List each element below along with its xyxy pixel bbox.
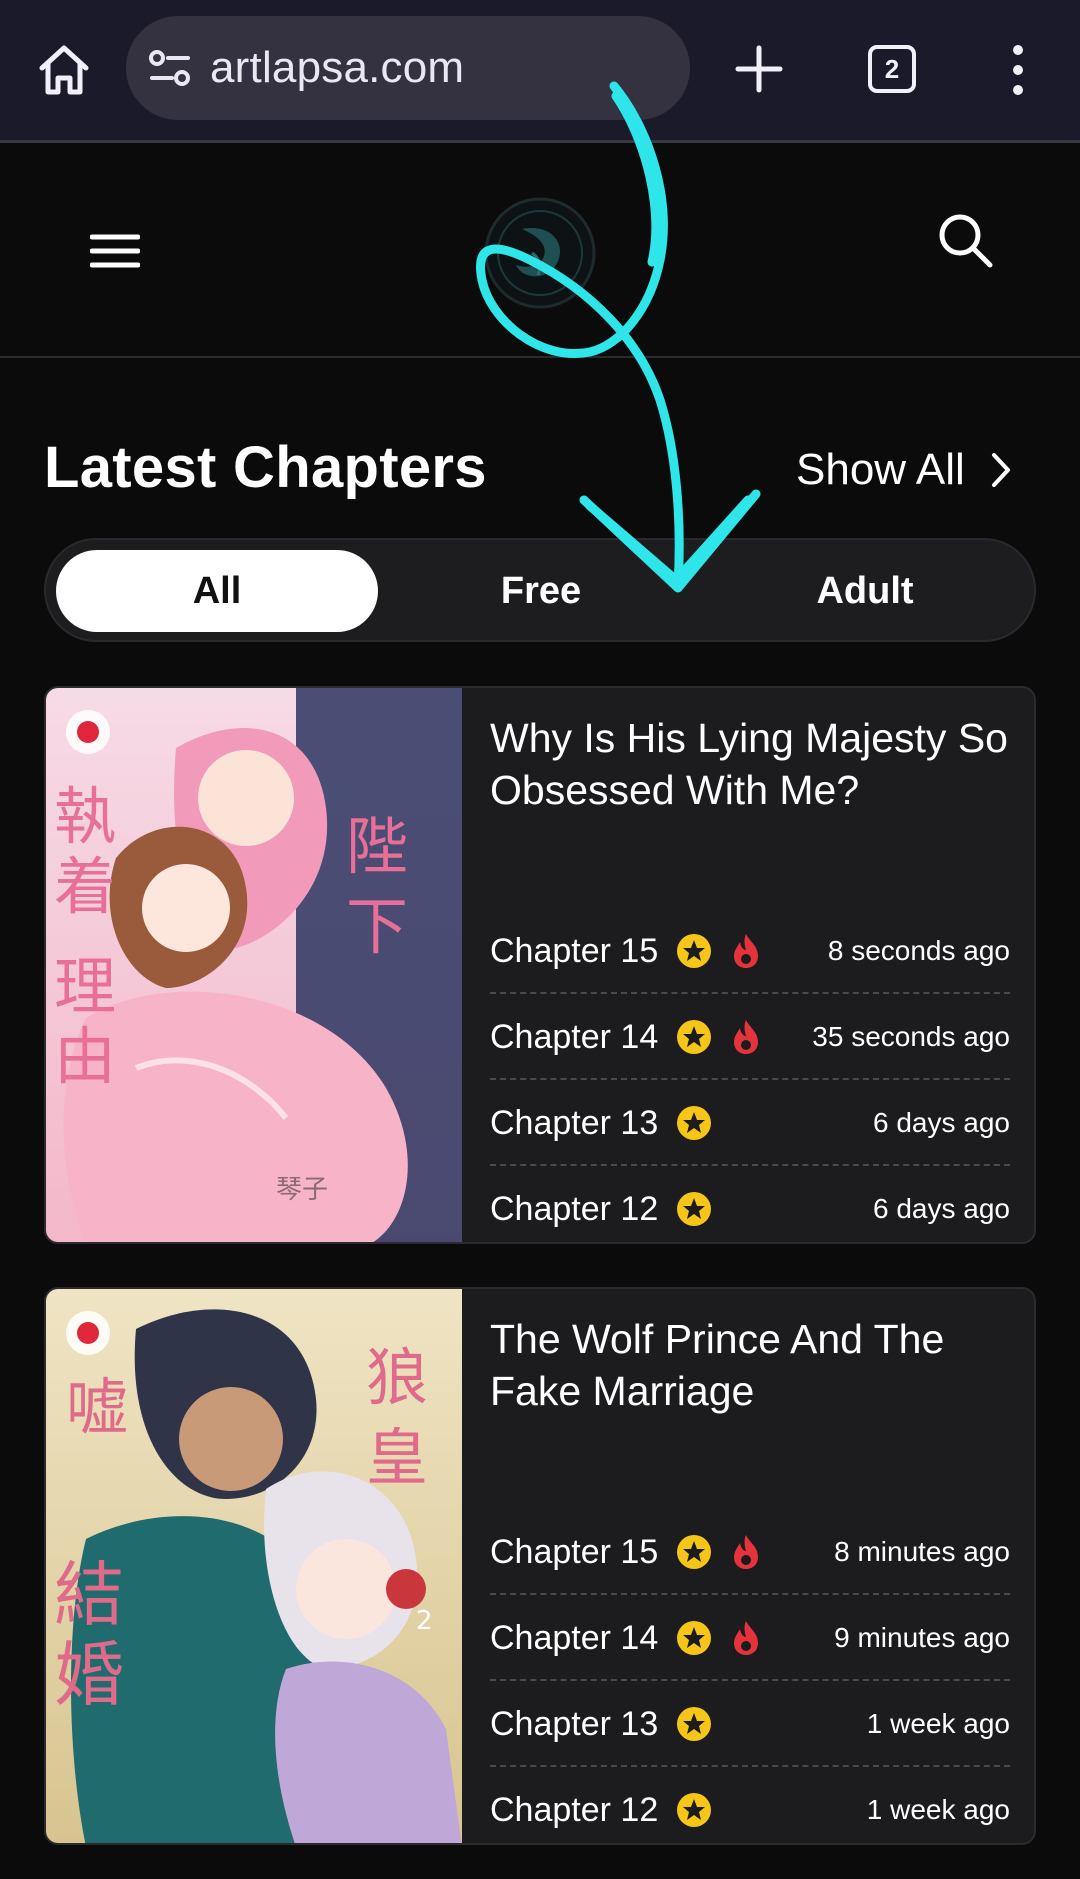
show-all-link[interactable]: Show All xyxy=(796,444,1011,496)
star-badge-icon xyxy=(677,1535,711,1569)
url-text[interactable]: artlapsa.com xyxy=(210,16,464,120)
chapter-label[interactable]: Chapter 12 xyxy=(490,1767,658,1843)
chapter-label[interactable]: Chapter 15 xyxy=(490,1509,658,1595)
svg-text:婚: 婚 xyxy=(54,1634,124,1716)
series-title[interactable]: The Wolf Prince And The Fake Marriage xyxy=(490,1313,1010,1417)
chapter-row[interactable]: Chapter 14 9 minutes ago xyxy=(490,1595,1010,1681)
chapter-row[interactable]: Chapter 15 8 minutes ago xyxy=(490,1509,1010,1595)
star-badge-icon xyxy=(677,934,711,968)
hamburger-menu-icon[interactable] xyxy=(90,231,140,271)
filter-tabs: All Free Adult xyxy=(44,538,1036,642)
star-badge-icon xyxy=(677,1192,711,1226)
chapter-list: Chapter 15 8 minutes ago Chapter 14 9 mi… xyxy=(490,1509,1010,1843)
chapter-row[interactable]: Chapter 14 35 seconds ago xyxy=(490,994,1010,1080)
chevron-right-icon[interactable] xyxy=(991,452,1011,488)
tab-adult[interactable]: Adult xyxy=(704,550,1026,632)
svg-text:理: 理 xyxy=(54,950,116,1023)
series-title[interactable]: Why Is His Lying Majesty So Obsessed Wit… xyxy=(490,712,1010,816)
chapter-time: 35 seconds ago xyxy=(812,1021,1010,1052)
fire-icon xyxy=(734,1535,758,1569)
star-badge-icon xyxy=(677,1621,711,1655)
fire-icon xyxy=(734,1020,758,1054)
section-title: Latest Chapters xyxy=(44,435,487,500)
chapter-row[interactable]: Chapter 12 6 days ago xyxy=(490,1166,1010,1242)
chapter-row[interactable]: Chapter 13 6 days ago xyxy=(490,1080,1010,1166)
chapter-row[interactable]: Chapter 13 1 week ago xyxy=(490,1681,1010,1767)
chapter-time: 6 days ago xyxy=(873,1107,1010,1138)
series-card[interactable]: 2 嘘 結 婚 狼 皇 The Wolf Prince And The Fake… xyxy=(44,1287,1036,1845)
more-menu-icon[interactable] xyxy=(1006,44,1030,96)
tab-switcher-icon[interactable]: 2 xyxy=(868,45,916,93)
home-icon[interactable] xyxy=(36,44,92,96)
series-card[interactable]: 執 着 理 由 陛 下 琴子 Why Is His Lying Majesty … xyxy=(44,686,1036,1244)
svg-text:執: 執 xyxy=(54,780,116,853)
chapter-label[interactable]: Chapter 14 xyxy=(490,994,658,1080)
chapter-label[interactable]: Chapter 12 xyxy=(490,1166,658,1242)
tab-free[interactable]: Free xyxy=(380,550,702,632)
star-badge-icon xyxy=(677,1106,711,1140)
chapter-list: Chapter 15 8 seconds ago Chapter 14 35 s… xyxy=(490,908,1010,1242)
svg-text:琴子: 琴子 xyxy=(276,1175,328,1205)
svg-text:皇: 皇 xyxy=(366,1421,428,1494)
svg-text:陛: 陛 xyxy=(346,810,408,883)
chapter-row[interactable]: Chapter 12 1 week ago xyxy=(490,1767,1010,1843)
fire-icon xyxy=(734,934,758,968)
svg-text:下: 下 xyxy=(346,890,408,963)
svg-text:着: 着 xyxy=(54,850,116,923)
svg-text:結: 結 xyxy=(54,1554,124,1636)
chapter-time: 9 minutes ago xyxy=(834,1622,1010,1653)
star-badge-icon xyxy=(677,1793,711,1827)
chapter-time: 8 minutes ago xyxy=(834,1536,1010,1567)
svg-text:狼: 狼 xyxy=(366,1341,428,1414)
svg-text:2: 2 xyxy=(416,1606,433,1636)
tab-all[interactable]: All xyxy=(56,550,378,632)
chapter-time: 1 week ago xyxy=(866,1794,1010,1825)
search-icon[interactable] xyxy=(936,211,994,269)
chapter-label[interactable]: Chapter 15 xyxy=(490,908,658,994)
chapter-label[interactable]: Chapter 13 xyxy=(490,1681,658,1767)
star-badge-icon xyxy=(677,1707,711,1741)
browser-toolbar: artlapsa.com 2 xyxy=(0,0,1080,143)
chapter-time: 1 week ago xyxy=(866,1708,1010,1739)
site-logo[interactable] xyxy=(482,195,598,311)
chapter-row[interactable]: Chapter 15 8 seconds ago xyxy=(490,908,1010,994)
star-badge-icon xyxy=(677,1020,711,1054)
svg-text:由: 由 xyxy=(54,1020,116,1093)
series-cover-image[interactable]: 2 嘘 結 婚 狼 皇 xyxy=(46,1289,462,1843)
chapter-label[interactable]: Chapter 13 xyxy=(490,1080,658,1166)
chapter-time: 6 days ago xyxy=(873,1193,1010,1224)
new-tab-icon[interactable] xyxy=(734,44,784,94)
japan-flag-icon xyxy=(66,1311,110,1355)
series-cover-image[interactable]: 執 着 理 由 陛 下 琴子 xyxy=(46,688,462,1242)
show-all-label[interactable]: Show All xyxy=(796,445,965,495)
svg-text:嘘: 嘘 xyxy=(66,1371,128,1444)
site-settings-icon[interactable] xyxy=(148,48,192,88)
address-bar[interactable]: artlapsa.com xyxy=(126,16,690,120)
fire-icon xyxy=(734,1621,758,1655)
chapter-label[interactable]: Chapter 14 xyxy=(490,1595,658,1681)
japan-flag-icon xyxy=(66,710,110,754)
chapter-time: 8 seconds ago xyxy=(827,935,1010,966)
site-header xyxy=(0,143,1080,358)
